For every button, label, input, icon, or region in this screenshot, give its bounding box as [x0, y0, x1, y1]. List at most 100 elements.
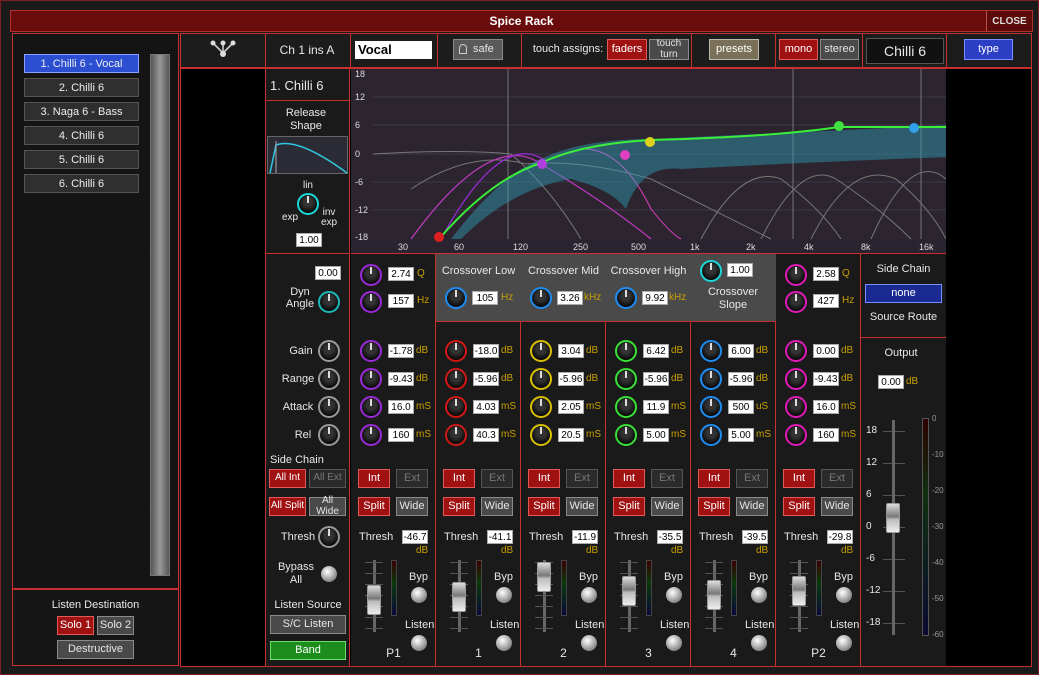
- band-2-ext-button[interactable]: Ext: [566, 469, 598, 488]
- p1-freq-knob[interactable]: [360, 291, 382, 313]
- band-2-thresh-value[interactable]: -11.9: [572, 530, 598, 544]
- crossover-low-knob[interactable]: [445, 287, 467, 309]
- band-p1-gain-value[interactable]: -1.78: [388, 344, 414, 358]
- preset-list-item[interactable]: 5. Chilli 6: [24, 150, 139, 169]
- band-4-range-knob[interactable]: [700, 368, 722, 390]
- band-4-byp-radio[interactable]: [751, 587, 767, 603]
- band-1-ext-button[interactable]: Ext: [481, 469, 513, 488]
- band-4-attack-value[interactable]: 500: [728, 400, 754, 414]
- stereo-button[interactable]: stereo: [820, 39, 859, 60]
- p1-freq-value[interactable]: 157: [388, 294, 414, 308]
- band-4-range-value[interactable]: -5.96: [728, 372, 754, 386]
- band-3-range-knob[interactable]: [615, 368, 637, 390]
- band-2-fader-handle[interactable]: [537, 562, 551, 592]
- preset-list-item[interactable]: 3. Naga 6 - Bass: [24, 102, 139, 121]
- band-2-int-button[interactable]: Int: [528, 469, 560, 488]
- p2-q-knob[interactable]: [785, 264, 807, 286]
- band-2-rel-value[interactable]: 20.5: [558, 428, 584, 442]
- band-1-wide-button[interactable]: Wide: [481, 497, 513, 516]
- band-3-split-button[interactable]: Split: [613, 497, 645, 516]
- band-3-int-button[interactable]: Int: [613, 469, 645, 488]
- band-p2-fader-handle[interactable]: [792, 576, 806, 606]
- band-1-attack-value[interactable]: 4.03: [473, 400, 499, 414]
- band-p2-range-knob[interactable]: [785, 368, 807, 390]
- band-3-range-value[interactable]: -5.96: [643, 372, 669, 386]
- band-p2-attack-value[interactable]: 16.0: [813, 400, 839, 414]
- band-2-gain-knob[interactable]: [530, 340, 552, 362]
- band-p1-fader-handle[interactable]: [367, 585, 381, 615]
- band-p2-gain-value[interactable]: 0.00: [813, 344, 839, 358]
- band-2-wide-button[interactable]: Wide: [566, 497, 598, 516]
- bypass-all-radio[interactable]: [321, 566, 337, 582]
- band-p1-ext-button[interactable]: Ext: [396, 469, 428, 488]
- band-4-rel-value[interactable]: 5.00: [728, 428, 754, 442]
- band-p2-gain-knob[interactable]: [785, 340, 807, 362]
- attack-knob[interactable]: [318, 396, 340, 418]
- band-p1-attack-knob[interactable]: [360, 396, 382, 418]
- sc-listen-button[interactable]: S/C Listen: [270, 615, 346, 634]
- band-4-fader-handle[interactable]: [707, 580, 721, 610]
- band-p1-range-value[interactable]: -9.43: [388, 372, 414, 386]
- band-p2-wide-button[interactable]: Wide: [821, 497, 853, 516]
- band-4-rel-knob[interactable]: [700, 424, 722, 446]
- band-2-split-button[interactable]: Split: [528, 497, 560, 516]
- band-2-byp-radio[interactable]: [581, 587, 597, 603]
- band-3-wide-button[interactable]: Wide: [651, 497, 683, 516]
- band-1-byp-radio[interactable]: [496, 587, 512, 603]
- crossover-mid-value[interactable]: 3.26: [557, 291, 583, 305]
- band-1-thresh-value[interactable]: -41.1: [487, 530, 513, 544]
- dyn-angle-knob[interactable]: [318, 291, 340, 313]
- thresh-all-knob[interactable]: [318, 526, 340, 548]
- release-shape-value[interactable]: 1.00: [296, 233, 322, 247]
- band-3-attack-knob[interactable]: [615, 396, 637, 418]
- band-1-gain-knob[interactable]: [445, 340, 467, 362]
- band-p1-wide-button[interactable]: Wide: [396, 497, 428, 516]
- band-3-attack-value[interactable]: 11.9: [643, 400, 669, 414]
- band-p1-gain-knob[interactable]: [360, 340, 382, 362]
- band-3-rel-value[interactable]: 5.00: [643, 428, 669, 442]
- band-p1-thresh-value[interactable]: -46.7: [402, 530, 428, 544]
- channel-name-field[interactable]: Vocal: [355, 41, 432, 59]
- range-knob[interactable]: [318, 368, 340, 390]
- all-ext-button[interactable]: All Ext: [309, 469, 346, 488]
- band-1-rel-knob[interactable]: [445, 424, 467, 446]
- band-p1-range-knob[interactable]: [360, 368, 382, 390]
- safe-button[interactable]: safe: [453, 39, 503, 60]
- band-3-fader-handle[interactable]: [622, 576, 636, 606]
- band-2-range-knob[interactable]: [530, 368, 552, 390]
- faders-button[interactable]: faders: [607, 39, 647, 60]
- p2-q-value[interactable]: 2.58: [813, 267, 839, 281]
- all-wide-button[interactable]: All Wide: [309, 495, 346, 516]
- band-p2-split-button[interactable]: Split: [783, 497, 815, 516]
- band-p2-range-value[interactable]: -9.43: [813, 372, 839, 386]
- preset-list-scrollbar[interactable]: [150, 54, 170, 576]
- band-1-rel-value[interactable]: 40.3: [473, 428, 499, 442]
- band-p2-byp-radio[interactable]: [836, 587, 852, 603]
- crossover-low-value[interactable]: 105: [472, 291, 498, 305]
- crossover-high-knob[interactable]: [615, 287, 637, 309]
- band-p1-rel-knob[interactable]: [360, 424, 382, 446]
- band-1-range-knob[interactable]: [445, 368, 467, 390]
- band-p1-byp-radio[interactable]: [411, 587, 427, 603]
- band-3-ext-button[interactable]: Ext: [651, 469, 683, 488]
- band-3-rel-knob[interactable]: [615, 424, 637, 446]
- band-4-ext-button[interactable]: Ext: [736, 469, 768, 488]
- band-p2-rel-value[interactable]: 160: [813, 428, 839, 442]
- band-3-gain-knob[interactable]: [615, 340, 637, 362]
- band-4-thresh-value[interactable]: -39.5: [742, 530, 768, 544]
- band-4-gain-value[interactable]: 6.00: [728, 344, 754, 358]
- band-3-gain-value[interactable]: 6.42: [643, 344, 669, 358]
- routing-icon[interactable]: [207, 38, 239, 60]
- rel-knob[interactable]: [318, 424, 340, 446]
- p2-freq-value[interactable]: 427: [813, 294, 839, 308]
- p1-q-knob[interactable]: [360, 264, 382, 286]
- band-p1-int-button[interactable]: Int: [358, 469, 390, 488]
- release-shape-knob[interactable]: [297, 193, 319, 215]
- all-int-button[interactable]: All Int: [269, 469, 306, 488]
- output-fader-handle[interactable]: [886, 503, 900, 533]
- band-2-attack-value[interactable]: 2.05: [558, 400, 584, 414]
- dyn-angle-value[interactable]: 0.00: [315, 266, 341, 280]
- band-p2-ext-button[interactable]: Ext: [821, 469, 853, 488]
- band-p2-int-button[interactable]: Int: [783, 469, 815, 488]
- solo1-button[interactable]: Solo 1: [57, 616, 94, 635]
